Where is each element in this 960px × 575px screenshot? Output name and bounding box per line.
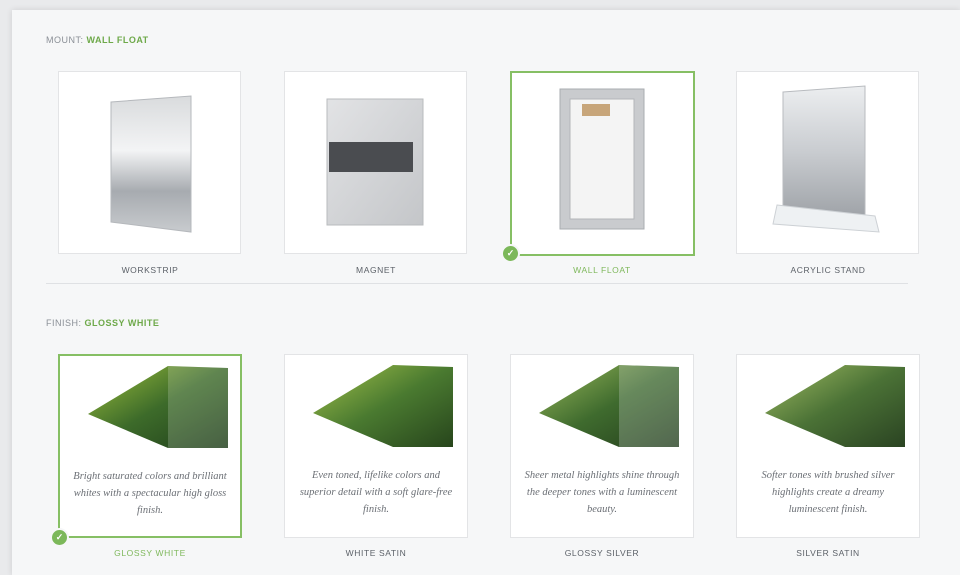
mount-option-wall-float-label: WALL FLOAT: [573, 265, 631, 275]
finish-option-white-satin-label: WHITE SATIN: [345, 548, 407, 558]
finish-option-glossy-silver[interactable]: Sheer metal highlights shine through the…: [510, 354, 694, 538]
mount-option-wall-float[interactable]: [510, 71, 695, 256]
silver-satin-finish-image: [765, 365, 905, 447]
white-satin-description: Even toned, lifelike colors and superior…: [299, 470, 453, 515]
finish-option-silver-satin-label: SILVER SATIN: [796, 548, 860, 558]
magnet-mount-image: [326, 98, 424, 226]
finish-option-white-satin[interactable]: Even toned, lifelike colors and superior…: [284, 354, 468, 538]
finish-option-silver-satin[interactable]: Softer tones with brushed silver highlig…: [736, 354, 920, 538]
glossy-white-finish-image: [88, 366, 228, 448]
mount-option-magnet-label: MAGNET: [356, 265, 396, 275]
workstrip-mount-image: [110, 95, 192, 233]
mount-option-acrylic-stand[interactable]: [736, 71, 919, 254]
acrylic-stand-mount-image: [772, 85, 880, 233]
glossy-silver-description: Sheer metal highlights shine through the…: [524, 470, 680, 515]
glossy-white-description: Bright saturated colors and brilliant wh…: [73, 471, 227, 516]
finish-label-text: FINISH:: [46, 318, 82, 328]
finish-option-glossy-silver-label: GLOSSY SILVER: [564, 548, 640, 558]
mount-selected-value: WALL FLOAT: [86, 35, 149, 45]
finish-selected-value: GLOSSY WHITE: [84, 318, 160, 328]
finish-option-glossy-white[interactable]: Bright saturated colors and brilliant wh…: [58, 354, 242, 538]
silver-satin-description: Softer tones with brushed silver highlig…: [761, 470, 895, 515]
white-satin-finish-image: [313, 365, 453, 447]
check-icon: ✓: [50, 528, 69, 547]
mount-option-workstrip-label: WORKSTRIP: [121, 265, 179, 275]
mount-label-text: MOUNT:: [46, 35, 84, 45]
mount-option-acrylic-stand-label: ACRYLIC STAND: [790, 265, 866, 275]
section-divider: [46, 283, 908, 284]
mount-section-label: MOUNT: WALL FLOAT: [46, 35, 149, 45]
check-icon: ✓: [501, 244, 520, 263]
mount-option-workstrip[interactable]: [58, 71, 241, 254]
finish-option-glossy-white-label: GLOSSY WHITE: [114, 548, 186, 558]
finish-section-label: FINISH: GLOSSY WHITE: [46, 318, 159, 328]
glossy-silver-finish-image: [539, 365, 679, 447]
wall-float-mount-image: [559, 88, 645, 230]
mount-option-magnet[interactable]: [284, 71, 467, 254]
